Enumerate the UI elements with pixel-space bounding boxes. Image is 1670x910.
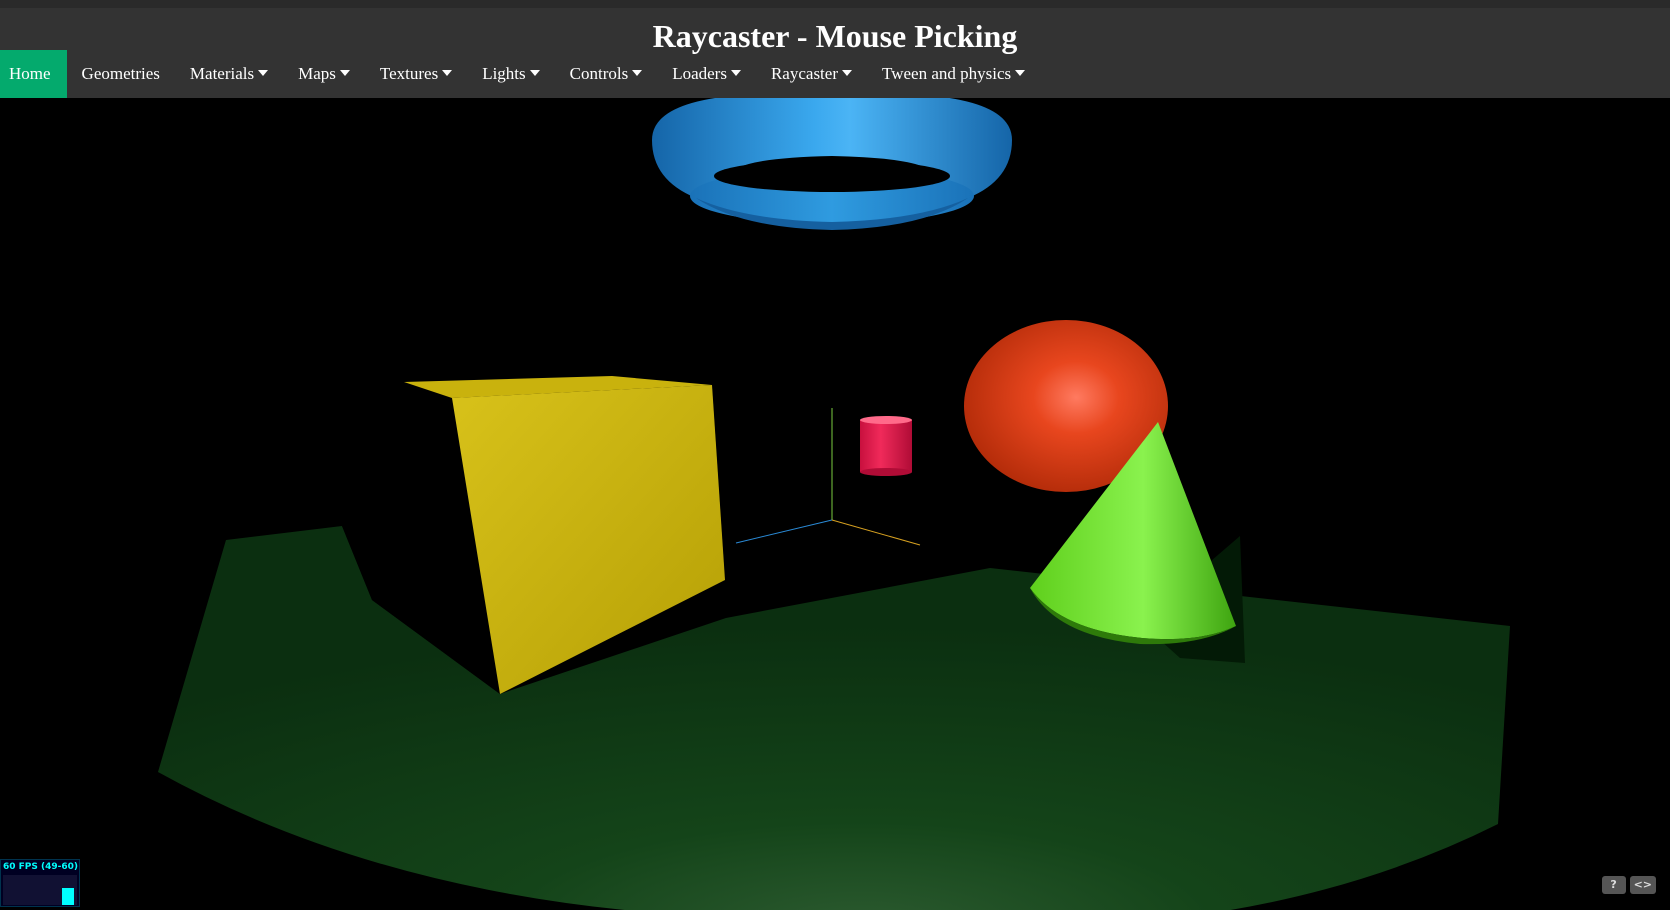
nav-item-label: Lights (482, 64, 526, 83)
caret-down-icon (339, 70, 350, 76)
help-button[interactable]: ? (1601, 876, 1626, 894)
app-page: Raycaster - Mouse Picking Home Geometrie… (0, 0, 1670, 910)
nav-item-raycaster[interactable]: Raycaster (756, 50, 867, 98)
nav-item-lights[interactable]: Lights (467, 50, 554, 98)
caret-down-icon (632, 70, 643, 76)
caret-down-icon (442, 70, 453, 76)
nav-item-home[interactable]: Home (0, 50, 67, 98)
view-source-button[interactable]: <> (1629, 876, 1656, 894)
caret-down-icon (529, 70, 540, 76)
webgl-canvas[interactable] (0, 98, 1670, 910)
fps-graph (3, 875, 77, 905)
nav-item-label: Textures (379, 64, 439, 83)
nav-item-controls[interactable]: Controls (555, 50, 658, 98)
nav-item-label: Materials (189, 64, 255, 83)
nav-item-label: Controls (569, 64, 629, 83)
fps-graph-bar (62, 888, 74, 905)
caret-down-icon (1015, 70, 1026, 76)
caret-down-icon (842, 70, 852, 76)
caret-down-icon (730, 70, 741, 76)
nav-item-label: Loaders (672, 64, 727, 83)
top-nav: Home Geometries Materials Maps Textures … (0, 50, 1040, 98)
nav-item-label: Geometries (81, 64, 160, 83)
caret-down-icon (258, 70, 269, 76)
fps-stats-panel[interactable]: 60 FPS (49-60) (0, 859, 80, 907)
nav-item-loaders[interactable]: Loaders (657, 50, 756, 98)
nav-item-label: Raycaster (770, 64, 838, 83)
nav-item-materials[interactable]: Materials (175, 50, 283, 98)
corner-buttons: ? <> (1601, 876, 1656, 894)
cylinder[interactable] (860, 416, 912, 476)
nav-item-label: Maps (298, 64, 336, 83)
page-header: Raycaster - Mouse Picking Home Geometrie… (0, 0, 1670, 98)
nav-item-maps[interactable]: Maps (283, 50, 365, 98)
nav-item-label: Home (9, 64, 51, 83)
nav-item-geometries[interactable]: Geometries (67, 50, 175, 98)
nav-item-textures[interactable]: Textures (365, 50, 467, 98)
nav-item-tween-and-physics[interactable]: Tween and physics (867, 50, 1040, 98)
fps-readout: 60 FPS (49-60) (3, 862, 79, 872)
nav-item-label: Tween and physics (882, 64, 1012, 83)
